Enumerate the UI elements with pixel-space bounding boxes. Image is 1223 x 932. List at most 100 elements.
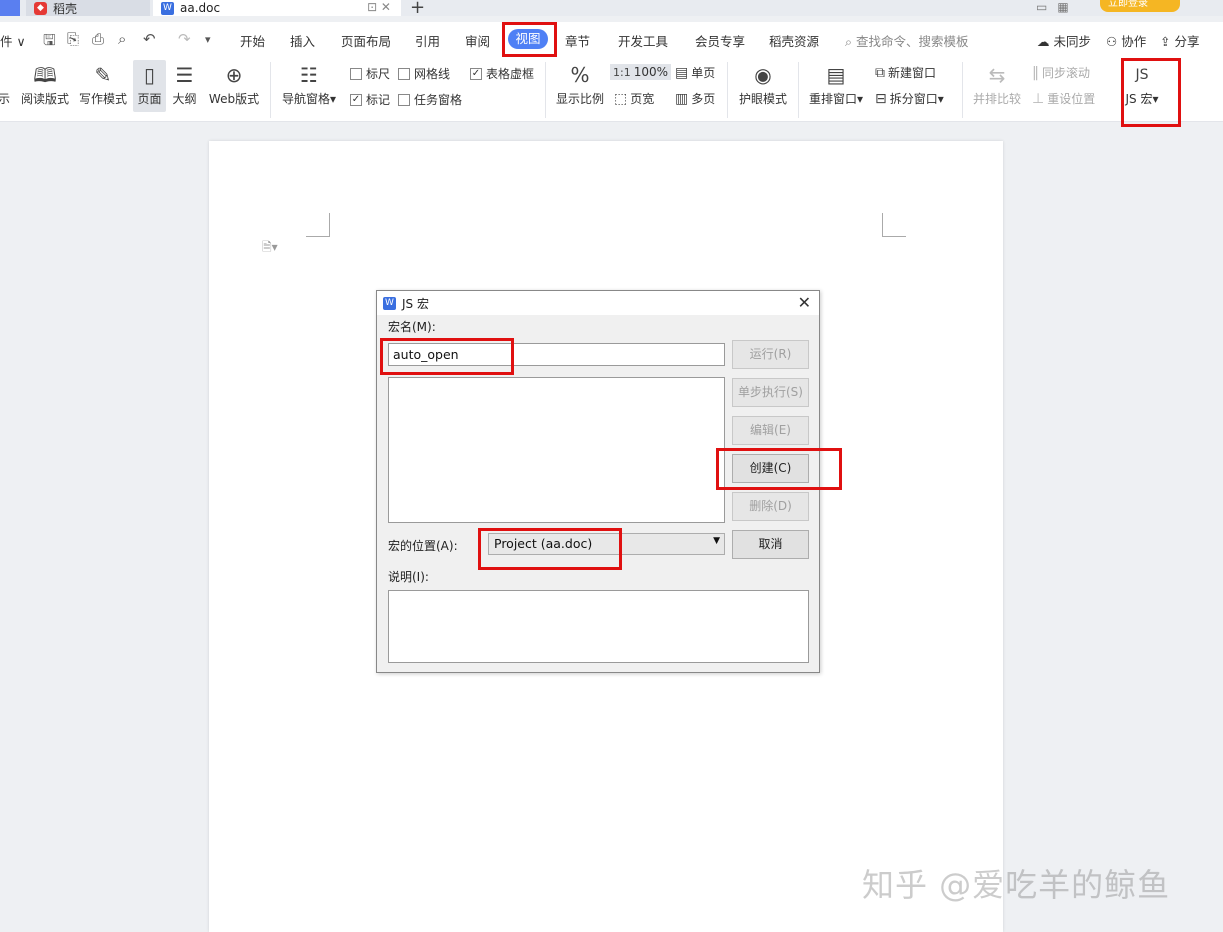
show-button[interactable]: 示 <box>0 90 10 107</box>
sync-scroll-icon: ‖ <box>1032 64 1039 81</box>
margin-corner-left <box>306 213 330 237</box>
step-into-button[interactable]: 单步执行(S) <box>732 378 809 407</box>
cancel-button[interactable]: 取消 <box>732 530 809 559</box>
login-button[interactable]: 立即登录 <box>1100 0 1180 12</box>
ruler-checkbox[interactable]: 标尺 <box>350 65 390 82</box>
macro-list[interactable] <box>388 377 725 523</box>
docer-logo-icon: ◆ <box>34 1 47 15</box>
new-window-button[interactable]: ⧉ 新建窗口 <box>875 64 936 81</box>
compare-icon: ⇆ <box>988 63 1006 87</box>
table-gridlines-checkbox[interactable]: ✓ 表格虚框 <box>470 65 534 82</box>
tab-bar: ◆ 稻壳 W aa.doc ⊡ ✕ + ▭▦ 立即登录 <box>0 0 1223 18</box>
menu-references[interactable]: 引用 <box>415 31 440 50</box>
menu-member[interactable]: 会员专享 <box>695 31 745 50</box>
book-icon: 🕮 <box>33 63 57 87</box>
redo-icon[interactable]: ↷ <box>178 30 191 48</box>
eye-protect-button[interactable]: ◉ 护眼模式 <box>737 62 789 107</box>
highlight-view-tab <box>502 22 557 57</box>
collab-button[interactable]: ⚇ 协作 <box>1106 31 1146 50</box>
edit-button[interactable]: 编辑(E) <box>732 416 809 445</box>
macro-name-label: 宏名(M): <box>388 320 436 334</box>
close-icon[interactable]: ✕ <box>798 293 811 312</box>
highlight-macro-location <box>478 528 622 570</box>
sync-scroll-button[interactable]: ‖ 同步滚动 <box>1032 64 1090 81</box>
zoom-button[interactable]: % 显示比例 <box>555 62 605 107</box>
highlight-create-button <box>716 448 842 490</box>
dropdown-arrow-icon: ▼ <box>713 536 720 546</box>
divider <box>962 62 963 118</box>
save-icon[interactable]: 🖫 <box>43 30 56 55</box>
page-icon: ▯ <box>143 63 155 87</box>
undo-icon[interactable]: ↶ <box>143 30 156 48</box>
gridlines-checkbox[interactable]: 网格线 <box>398 65 450 82</box>
side-by-side-button[interactable]: ⇆ 并排比较 <box>972 62 1022 107</box>
read-mode-button[interactable]: 🕮 阅读版式 <box>20 62 70 107</box>
web-layout-button[interactable]: ⊕ Web版式 <box>207 62 261 107</box>
tab-close-icon[interactable]: ⊡ ✕ <box>367 0 391 14</box>
tab-docer[interactable]: ◆ 稻壳 <box>26 0 150 16</box>
menu-home[interactable]: 开始 <box>240 31 265 50</box>
delete-button[interactable]: 删除(D) <box>732 492 809 521</box>
multi-page-icon: ▥ <box>675 90 689 107</box>
home-tab-edge[interactable] <box>0 0 20 16</box>
list-icon: ☷ <box>300 63 318 87</box>
tab-document-label: aa.doc <box>180 1 221 15</box>
outline-button[interactable]: ☰ 大纲 <box>171 62 198 107</box>
marks-checkbox[interactable]: ✓ 标记 <box>350 91 390 108</box>
outline-icon: ☰ <box>175 63 194 87</box>
watermark: 知乎 @爱吃羊的鲸鱼 <box>862 866 1171 904</box>
multi-page-button[interactable]: ▥ 多页 <box>675 90 715 107</box>
window-layout-icon[interactable]: ▭▦ <box>1036 0 1079 14</box>
quick-access-dropdown-icon[interactable]: ▾ <box>205 33 211 46</box>
highlight-js-macro <box>1121 58 1181 127</box>
tab-docer-label: 稻壳 <box>53 1 78 16</box>
web-icon: ⊕ <box>225 63 243 87</box>
macro-location-label: 宏的位置(A): <box>388 539 458 553</box>
zoom-100-button[interactable]: 1:1 100% <box>610 64 672 80</box>
highlight-macro-name <box>380 338 514 375</box>
new-tab-icon[interactable]: + <box>410 0 425 18</box>
menu-file[interactable]: 件 ∨ <box>0 31 26 50</box>
command-search-placeholder: 查找命令、搜索模板 <box>855 34 969 49</box>
split-window-icon: ⊟ <box>875 90 887 107</box>
command-search[interactable]: ⌕ 查找命令、搜索模板 <box>845 31 969 50</box>
menu-review[interactable]: 审阅 <box>465 31 490 50</box>
eye-icon: ◉ <box>754 63 772 87</box>
menu-page-layout[interactable]: 页面布局 <box>341 31 391 50</box>
menu-chapter[interactable]: 章节 <box>565 31 590 50</box>
word-doc-icon: W <box>161 1 174 15</box>
description-field[interactable] <box>388 590 809 663</box>
single-page-icon: ▤ <box>675 64 689 81</box>
sync-status[interactable]: ☁ 未同步 <box>1037 31 1091 50</box>
margin-corner-right <box>882 213 906 237</box>
dialog-title: JS 宏 <box>402 296 429 311</box>
task-pane-checkbox[interactable]: 任务窗格 <box>398 91 462 108</box>
split-window-button[interactable]: ⊟ 拆分窗口 ▾ <box>875 90 944 107</box>
arrange-icon: ▤ <box>826 63 846 87</box>
divider <box>798 62 799 118</box>
print-icon[interactable]: ⎙ <box>92 30 104 48</box>
description-label: 说明(I): <box>388 570 429 584</box>
menu-docer-resources[interactable]: 稻壳资源 <box>769 31 819 50</box>
page-width-icon: ⬚ <box>614 90 628 107</box>
reset-position-button[interactable]: ⊥ 重设位置 <box>1032 90 1095 107</box>
tab-document[interactable]: W aa.doc ⊡ ✕ <box>153 0 401 16</box>
run-button[interactable]: 运行(R) <box>732 340 809 369</box>
export-pdf-icon[interactable]: ⎘ <box>67 30 79 48</box>
single-page-button[interactable]: ▤ 单页 <box>675 64 715 81</box>
write-mode-button[interactable]: ✎ 写作模式 <box>78 62 128 107</box>
wps-writer-icon: W <box>383 296 396 310</box>
new-window-icon: ⧉ <box>875 64 885 81</box>
dialog-titlebar: W JS 宏 ✕ <box>377 291 819 315</box>
paragraph-layout-icon[interactable]: 🗎▾ <box>262 238 278 259</box>
page-view-button[interactable]: ▯ 页面 <box>133 60 166 112</box>
page-width-button[interactable]: ⬚ 页宽 <box>614 90 654 107</box>
print-preview-icon[interactable]: ⌕ <box>118 30 126 48</box>
nav-pane-button[interactable]: ☷ 导航窗格▾ <box>280 62 338 107</box>
reset-position-icon: ⊥ <box>1032 90 1045 107</box>
share-button[interactable]: ⇪ 分享 <box>1160 31 1199 50</box>
pen-icon: ✎ <box>94 63 112 87</box>
menu-insert[interactable]: 插入 <box>290 31 315 50</box>
menu-developer[interactable]: 开发工具 <box>618 31 668 50</box>
arrange-windows-button[interactable]: ▤ 重排窗口▾ <box>806 62 866 107</box>
